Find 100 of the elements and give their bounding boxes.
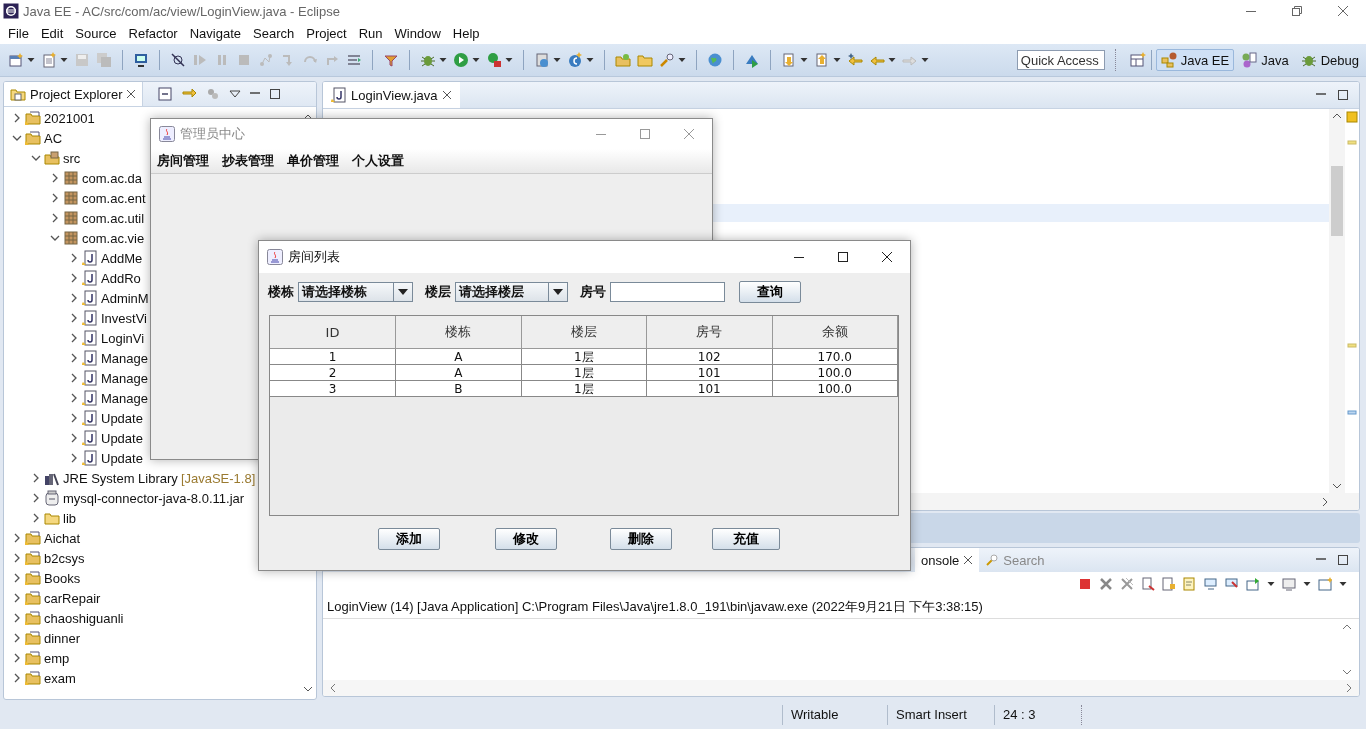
view-tab[interactable]: Project Explorer — [4, 82, 144, 106]
collapsed-chevron-icon[interactable] — [69, 273, 79, 283]
view-menu-icon[interactable] — [229, 88, 242, 100]
collapsed-chevron-icon[interactable] — [12, 633, 22, 643]
tree-item[interactable]: Manage — [101, 390, 148, 406]
tree-item[interactable]: com.ac.vie — [82, 230, 145, 246]
menu-item[interactable]: Run — [352, 25, 389, 41]
new-window-icon[interactable] — [8, 52, 24, 68]
scroll-right-icon[interactable] — [1321, 496, 1329, 507]
dropdown[interactable]: 请选择楼栋 — [298, 282, 413, 302]
perspective-button[interactable]: Java EE — [1155, 49, 1235, 71]
collapsed-chevron-icon[interactable] — [31, 513, 41, 523]
dropdown[interactable]: 请选择楼层 — [455, 282, 568, 302]
action-button[interactable]: 充值 — [712, 528, 780, 550]
scroll-down-icon[interactable] — [1332, 482, 1342, 490]
expanded-chevron-icon[interactable] — [12, 133, 22, 143]
scroll-down-icon[interactable] — [303, 685, 313, 693]
tree-item[interactable]: 2021001 — [44, 110, 95, 126]
collapsed-chevron-icon[interactable] — [50, 173, 60, 183]
tree-item[interactable]: Update — [101, 410, 143, 426]
menu-item[interactable]: Help — [446, 25, 486, 41]
menu-item[interactable]: Search — [247, 25, 301, 41]
remove-all-icon[interactable] — [1120, 577, 1134, 591]
collapse-all-icon[interactable] — [157, 86, 174, 102]
maximize-icon[interactable] — [836, 250, 850, 264]
tree-item[interactable]: com.ac.da — [82, 170, 142, 186]
tree-item[interactable]: chaoshiguanli — [44, 610, 124, 626]
collapsed-chevron-icon[interactable] — [69, 253, 79, 263]
perspective-button[interactable]: Java — [1236, 49, 1294, 71]
terminate-icon[interactable] — [1078, 577, 1092, 591]
collapsed-chevron-icon[interactable] — [50, 213, 60, 223]
scrollbar-thumb[interactable] — [1331, 166, 1343, 236]
remove-launch-icon[interactable] — [1099, 577, 1113, 591]
tree-item[interactable]: emp — [44, 650, 70, 666]
menu-item[interactable]: Edit — [34, 25, 70, 41]
menu-item[interactable]: Project — [300, 25, 353, 41]
maximize-icon[interactable] — [1337, 554, 1349, 566]
maximize-icon[interactable] — [1337, 89, 1349, 101]
column-header[interactable]: 楼层 — [521, 316, 647, 349]
scroll-left-icon[interactable] — [329, 683, 337, 693]
new-class-icon[interactable] — [567, 52, 583, 68]
scroll-right-icon[interactable] — [1345, 683, 1353, 693]
text-field[interactable] — [610, 282, 725, 302]
collapsed-chevron-icon[interactable] — [69, 293, 79, 303]
collapsed-chevron-icon[interactable] — [12, 113, 22, 123]
tree-item[interactable]: AddRo — [101, 270, 141, 286]
column-header[interactable]: 余额 — [772, 316, 898, 349]
collapsed-chevron-icon[interactable] — [69, 313, 79, 323]
view-tab[interactable]: onsole — [915, 548, 980, 572]
collapsed-chevron-icon[interactable] — [12, 673, 22, 683]
expanded-chevron-icon[interactable] — [50, 233, 60, 243]
tree-item[interactable]: carRepair — [44, 590, 101, 606]
collapsed-chevron-icon[interactable] — [69, 433, 79, 443]
query-button[interactable]: 查询 — [739, 281, 801, 303]
maximize-icon[interactable] — [269, 88, 282, 100]
action-button[interactable]: 添加 — [378, 528, 440, 550]
editor-tab[interactable]: LoginView.java — [323, 82, 460, 108]
tree-item[interactable]: lib — [63, 510, 76, 526]
tree-item[interactable]: b2csys — [44, 550, 85, 566]
menu-item[interactable]: Refactor — [122, 25, 184, 41]
last-edit-icon[interactable] — [847, 52, 863, 68]
tree-item[interactable]: Update — [101, 450, 143, 466]
open-console-icon[interactable] — [1246, 577, 1260, 591]
column-header[interactable]: 房号 — [646, 316, 772, 349]
globe-icon[interactable] — [707, 52, 723, 68]
tree-item[interactable]: Manage — [101, 350, 148, 366]
tree-item[interactable]: com.ac.util — [82, 210, 145, 226]
tree-item[interactable]: JRE System Library — [63, 470, 178, 486]
tree-item[interactable]: InvestVi — [101, 310, 147, 326]
collapsed-chevron-icon[interactable] — [69, 413, 79, 423]
collapsed-chevron-icon[interactable] — [31, 493, 41, 503]
tree-item[interactable]: AddMe — [101, 250, 143, 266]
tree-item[interactable]: Manage — [101, 370, 148, 386]
collapsed-chevron-icon[interactable] — [69, 333, 79, 343]
close-icon[interactable] — [441, 90, 452, 100]
menu-item[interactable]: Navigate — [183, 25, 247, 41]
tree-item[interactable]: src — [63, 150, 81, 166]
tree-item[interactable]: dinner — [44, 630, 81, 646]
collapsed-chevron-icon[interactable] — [69, 393, 79, 403]
tree-item[interactable]: Books — [44, 570, 81, 586]
collapsed-chevron-icon[interactable] — [69, 353, 79, 363]
menu-item[interactable]: 个人设置 — [348, 152, 408, 170]
tree-item[interactable]: exam — [44, 670, 76, 686]
menu-item[interactable]: 单价管理 — [283, 152, 343, 170]
collapsed-chevron-icon[interactable] — [12, 573, 22, 583]
restore-icon[interactable] — [1290, 4, 1304, 18]
menu-item[interactable]: 抄表管理 — [218, 152, 278, 170]
collapsed-chevron-icon[interactable] — [12, 533, 22, 543]
menu-item[interactable]: Source — [69, 25, 123, 41]
menu-item[interactable]: 房间管理 — [153, 152, 213, 170]
tree-item[interactable]: Aichat — [44, 530, 81, 546]
run-configuration-icon[interactable] — [486, 52, 502, 68]
collapsed-chevron-icon[interactable] — [12, 613, 22, 623]
tree-item[interactable]: com.ac.ent — [82, 190, 146, 206]
tree-item[interactable]: LoginVi — [101, 330, 145, 346]
scroll-down-icon[interactable] — [1342, 668, 1352, 676]
menu-item[interactable]: Window — [388, 25, 447, 41]
perspective-button[interactable]: Debug — [1295, 49, 1364, 71]
open-perspective-icon[interactable] — [1128, 51, 1147, 69]
collapsed-chevron-icon[interactable] — [69, 373, 79, 383]
